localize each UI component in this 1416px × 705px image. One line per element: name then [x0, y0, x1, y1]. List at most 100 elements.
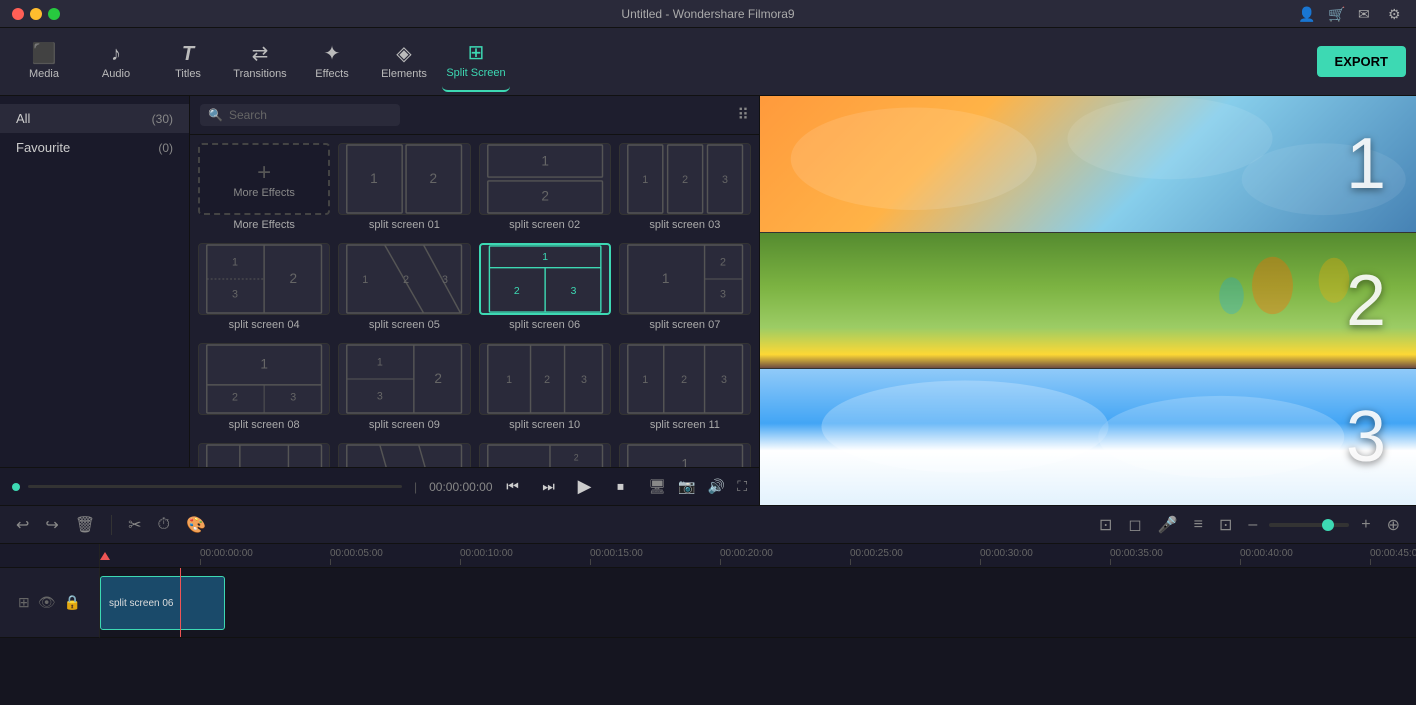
search-input[interactable] — [229, 108, 392, 122]
pip-remove-tool[interactable]: ⊡ — [1215, 513, 1236, 537]
snapshot-icon[interactable]: 📷 — [678, 478, 695, 495]
fullscreen-icon[interactable]: ⛶ — [737, 478, 747, 495]
ruler-mark-5: 00:00:25:00 — [850, 548, 980, 565]
grid-item-label-4: split screen 04 — [198, 319, 330, 335]
grid-item-09[interactable]: 1 2 3 split screen 09 — [338, 343, 470, 435]
thumb-14: 1 2 3 4 — [479, 443, 611, 467]
thumb-07: 1 2 3 — [619, 243, 751, 315]
thumb-13: 2 1 3 — [338, 443, 470, 467]
grid-view-icon[interactable]: ⊞ — [18, 594, 30, 611]
audio-detach-tool[interactable]: 🎤 — [1154, 513, 1182, 537]
toolbar-item-media[interactable]: ⬛ Media — [10, 32, 78, 92]
screen-number-2: 2 — [1346, 260, 1386, 342]
grid-item-12[interactable]: 2 1 3 split screen 12 — [198, 443, 330, 467]
clip-label: split screen 06 — [109, 598, 173, 609]
split-tool[interactable]: ⊡ — [1095, 513, 1116, 537]
svg-text:1: 1 — [232, 256, 238, 268]
grid-item-04[interactable]: 1 2 3 split screen 04 — [198, 243, 330, 335]
close-button[interactable] — [12, 8, 24, 20]
svg-text:2: 2 — [682, 174, 688, 186]
settings-icon[interactable]: ⚙ — [1388, 6, 1404, 22]
mail-icon[interactable]: ✉ — [1358, 6, 1374, 22]
svg-text:3: 3 — [720, 288, 726, 300]
tool-sep-1 — [111, 515, 112, 535]
grid-item-03[interactable]: 1 2 3 split screen 03 — [619, 143, 751, 235]
grid-item-13[interactable]: 2 1 3 split screen 13 — [338, 443, 470, 467]
crop-tool[interactable]: ◻ — [1124, 513, 1145, 537]
clouds-overlay — [760, 369, 1416, 505]
grid-item-02[interactable]: 1 2 split screen 02 — [479, 143, 611, 235]
color-tool[interactable]: 🎨 — [182, 513, 210, 537]
stop-button[interactable]: ⏹ — [609, 475, 633, 499]
svg-text:2: 2 — [573, 453, 578, 463]
svg-text:1: 1 — [642, 174, 648, 186]
sidebar-label-all: All — [16, 111, 30, 126]
monitor-icon[interactable]: 🖥 — [649, 478, 667, 495]
sidebar-item-all[interactable]: All (30) — [0, 104, 189, 133]
layout-svg-10: 1 2 3 — [480, 344, 610, 414]
playhead-triangle — [100, 552, 110, 560]
preview-screens: 1 2 3 — [760, 96, 1416, 505]
play-button[interactable]: ▶ — [573, 475, 597, 499]
layout-svg-04: 1 2 3 — [199, 244, 329, 314]
add-track-tool[interactable]: ⊕ — [1383, 513, 1404, 537]
zoom-in-tool[interactable]: + — [1357, 514, 1374, 536]
account-icon[interactable]: 👤 — [1298, 6, 1314, 22]
toolbar-item-elements[interactable]: ◈ Elements — [370, 32, 438, 92]
sidebar: All (30) Favourite (0) — [0, 96, 190, 467]
grid-item-more-effects[interactable]: + More Effects More Effects — [198, 143, 330, 235]
svg-text:2: 2 — [720, 256, 726, 268]
thumb-04: 1 2 3 — [198, 243, 330, 315]
progress-bar[interactable] — [28, 485, 402, 488]
zoom-out-tool[interactable]: – — [1244, 514, 1261, 536]
svg-text:1: 1 — [370, 171, 378, 186]
cut-tool[interactable]: ✂ — [124, 513, 145, 537]
timeline-clip[interactable]: split screen 06 — [100, 576, 225, 630]
zoom-slider[interactable] — [1269, 523, 1349, 527]
eye-icon[interactable]: 👁 — [38, 594, 56, 611]
search-bar: 🔍 ⠿ — [190, 96, 759, 135]
redo-tool[interactable]: ↪ — [41, 513, 62, 537]
grid-item-01[interactable]: 1 2 split screen 01 — [338, 143, 470, 235]
maximize-button[interactable] — [48, 8, 60, 20]
thumb-09: 1 2 3 — [338, 343, 470, 415]
grid-item-15[interactable]: 1 2 3 4 split screen 15 — [619, 443, 751, 467]
svg-text:1: 1 — [542, 252, 548, 263]
export-button[interactable]: EXPORT — [1317, 46, 1406, 77]
minimize-button[interactable] — [30, 8, 42, 20]
toolbar-item-transitions[interactable]: ⇄ Transitions — [226, 32, 294, 92]
search-input-wrap[interactable]: 🔍 — [200, 104, 400, 126]
content-area: 🔍 ⠿ + More Effects — [190, 96, 759, 467]
sidebar-item-favourite[interactable]: Favourite (0) — [0, 133, 189, 162]
playback-bar: | 00:00:00:00 ⏮ ⏭ ▶ ⏹ 🖥 📷 🔊 ⛶ — [0, 467, 759, 505]
layout-svg-09: 1 2 3 — [339, 344, 469, 414]
toolbar-item-audio[interactable]: ♪ Audio — [82, 32, 150, 92]
grid-item-06[interactable]: 1 2 3 split screen 06 — [479, 243, 611, 335]
speed-tool[interactable]: ⏱ — [154, 514, 174, 536]
volume-icon[interactable]: 🔊 — [708, 478, 725, 495]
elements-icon: ◈ — [396, 44, 411, 64]
toolbar-item-effects[interactable]: ✦ Effects — [298, 32, 366, 92]
undo-tool[interactable]: ↩ — [12, 513, 33, 537]
grid-item-10[interactable]: 1 2 3 split screen 10 — [479, 343, 611, 435]
toolbar-label-elements: Elements — [381, 68, 427, 80]
grid-item-05[interactable]: 1 2 3 split screen 05 — [338, 243, 470, 335]
filter-tool[interactable]: ≡ — [1190, 514, 1207, 536]
thumb-15: 1 2 3 4 — [619, 443, 751, 467]
grid-item-08[interactable]: 1 2 3 split screen 08 — [198, 343, 330, 435]
grid-item-14[interactable]: 1 2 3 4 split screen 14 — [479, 443, 611, 467]
toolbar-item-titles[interactable]: T Titles — [154, 32, 222, 92]
layout-svg-03: 1 2 3 — [620, 144, 750, 214]
grid-toggle-icon[interactable]: ⠿ — [737, 105, 749, 125]
cart-icon[interactable]: 🛒 — [1328, 6, 1344, 22]
lock-icon[interactable]: 🔒 — [64, 594, 81, 611]
titles-icon: T — [182, 44, 194, 64]
grid-item-11[interactable]: 1 2 3 split screen 11 — [619, 343, 751, 435]
frame-back-button[interactable]: ⏭ — [537, 475, 561, 499]
delete-tool[interactable]: 🗑 — [71, 513, 99, 537]
screen-number-1: 1 — [1346, 123, 1386, 205]
progress-dot — [12, 483, 20, 491]
grid-item-07[interactable]: 1 2 3 split screen 07 — [619, 243, 751, 335]
step-back-button[interactable]: ⏮ — [501, 475, 525, 499]
toolbar-item-split-screen[interactable]: ⊞ Split Screen — [442, 32, 510, 92]
